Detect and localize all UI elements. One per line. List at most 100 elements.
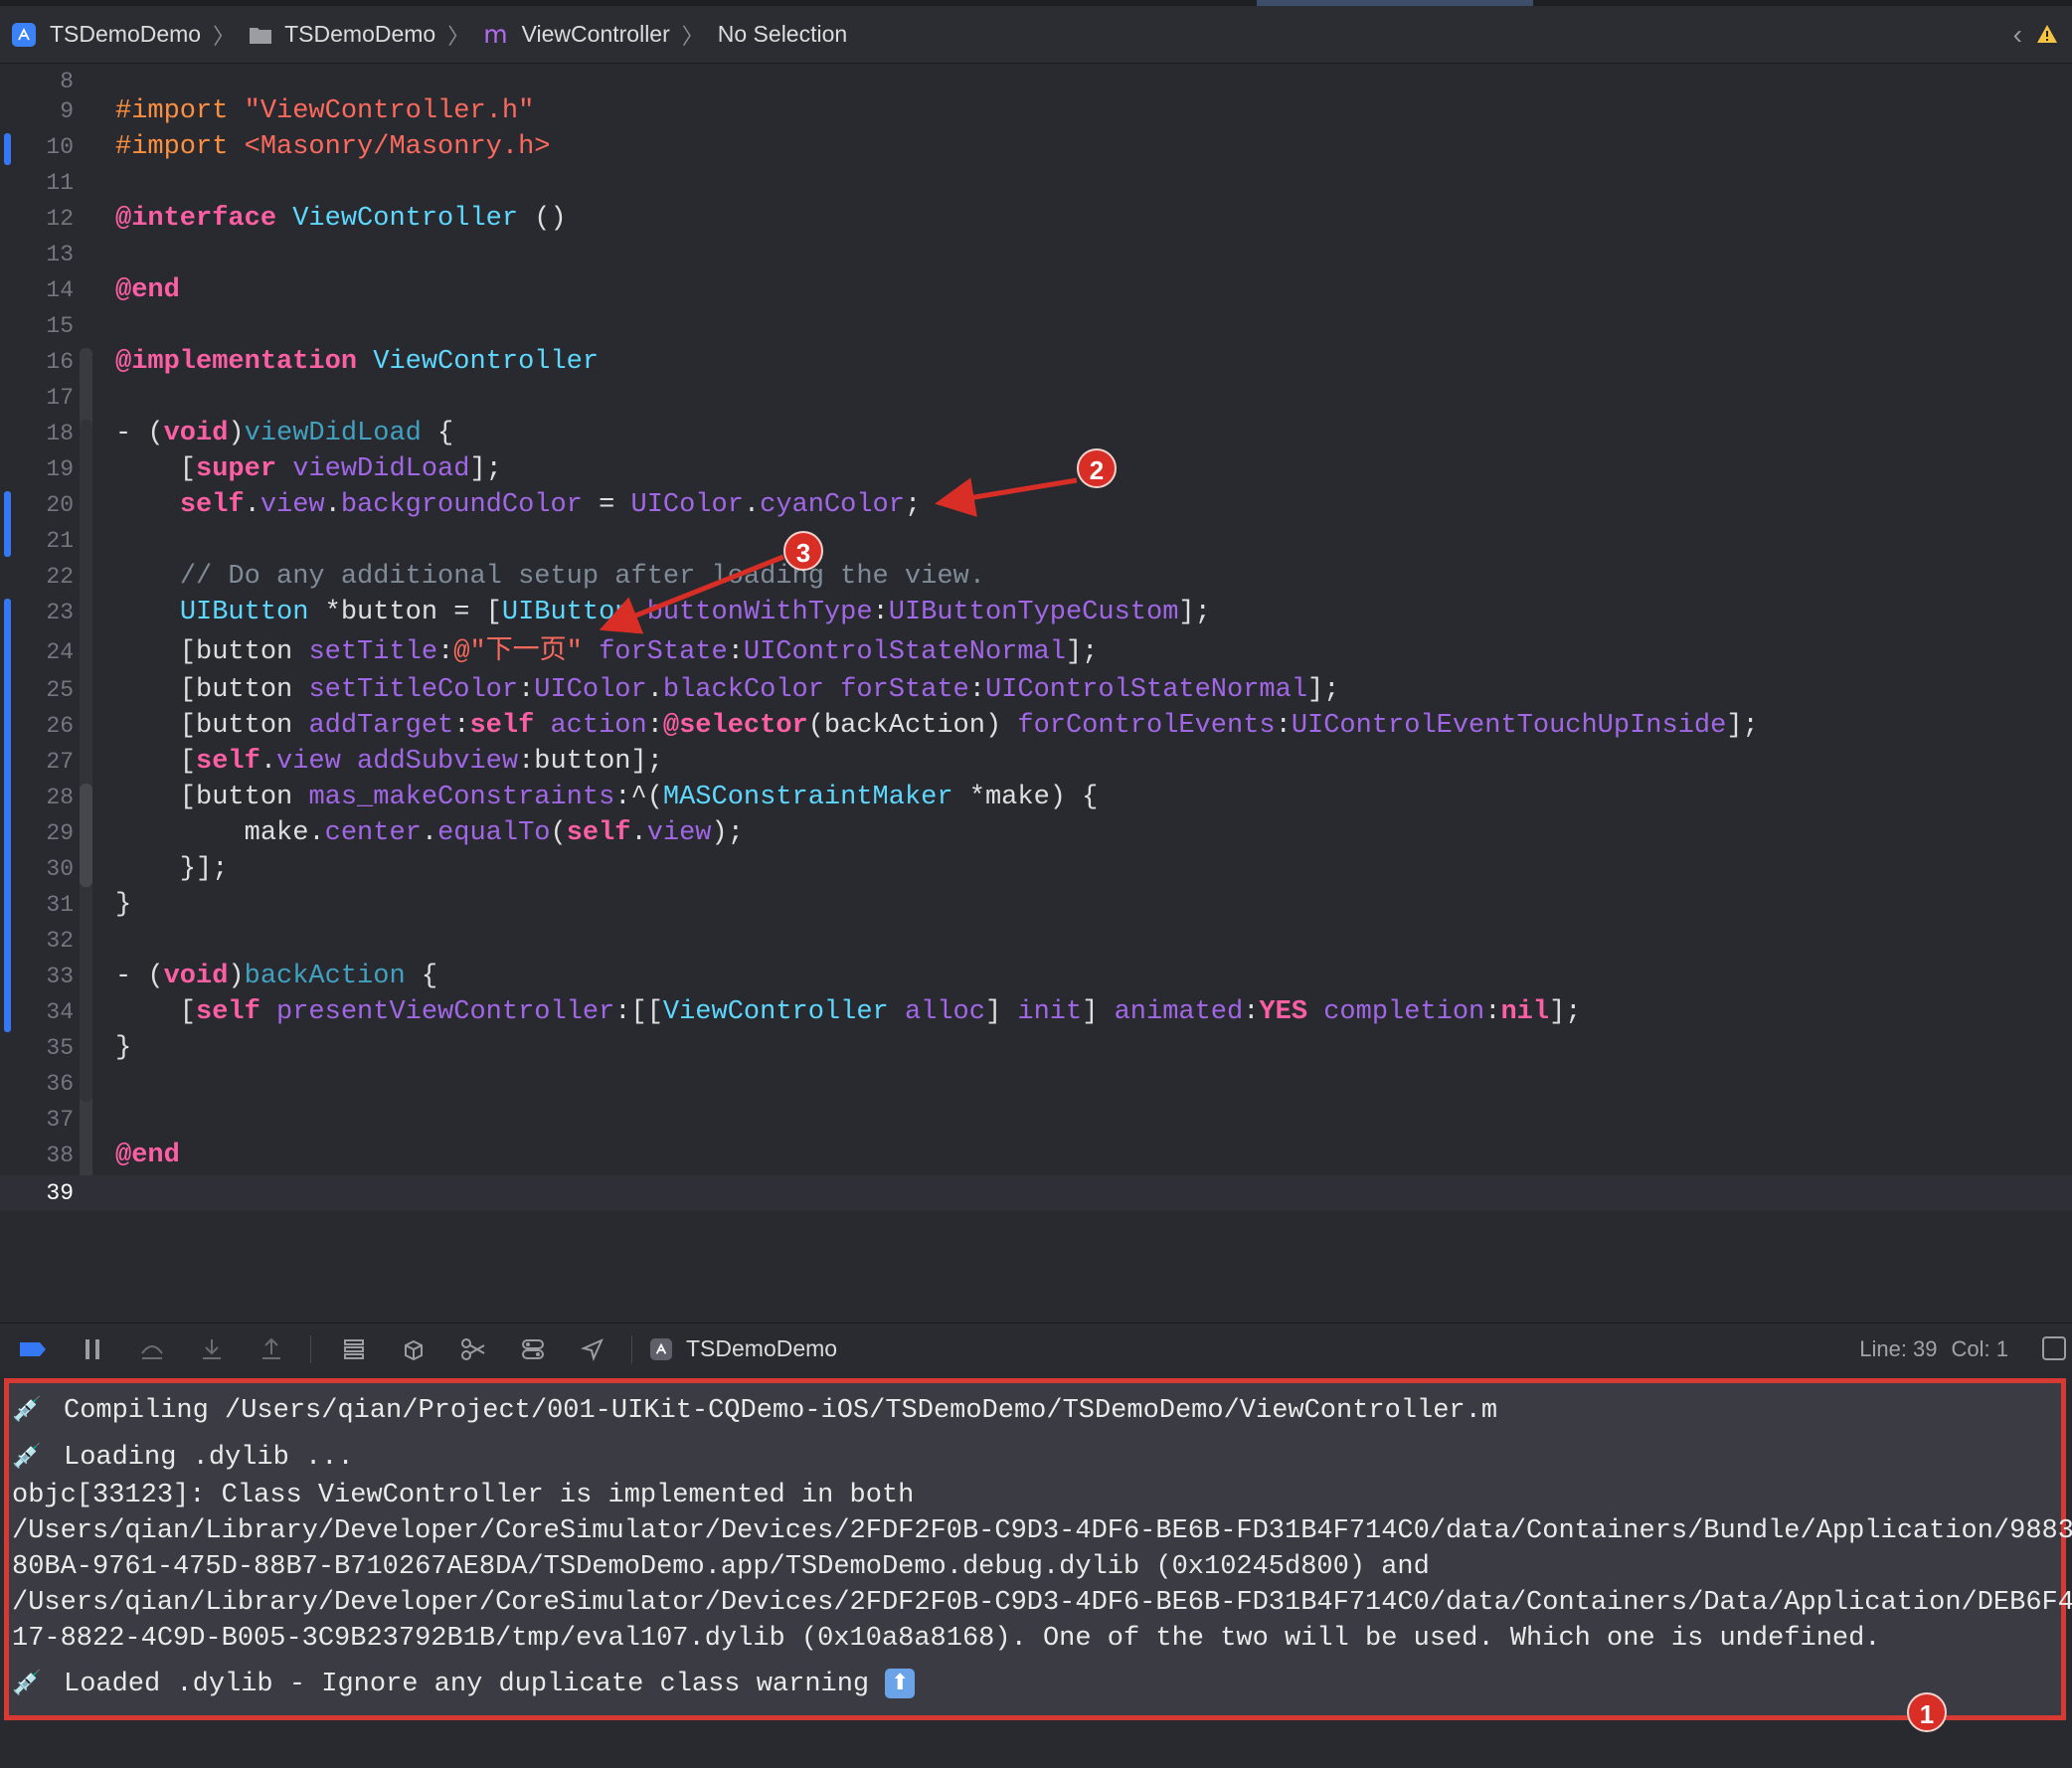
line-number: 33 [46, 964, 74, 989]
code-line: 35 } [0, 1030, 2072, 1066]
code-text: - (void)backAction { [115, 962, 438, 991]
line-number: 30 [46, 856, 74, 882]
code-text: [button setTitle:@"下一页" forState:UIContr… [115, 637, 1099, 667]
line-number: 14 [46, 277, 74, 303]
chevron-right-icon: 〉 [213, 23, 236, 49]
code-text: @implementation ViewController [115, 347, 600, 377]
code-line: 37 [0, 1102, 2072, 1138]
code-line: 27 [self.view addSubview:button]; [0, 744, 2072, 780]
line-number: 12 [46, 206, 74, 232]
console-line: 💉 Loaded .dylib - Ignore any duplicate cl… [12, 1665, 916, 1702]
xcode-project-icon [12, 22, 36, 47]
code-text: @interface ViewController () [115, 204, 567, 234]
console-line: /Users/qian/Library/Developer/CoreSimula… [12, 1516, 2072, 1546]
console-line: objc[33123]: Class ViewController is imp… [12, 1481, 915, 1510]
code-text: #import "ViewController.h" [115, 96, 535, 126]
code-text: } [115, 1033, 132, 1063]
app-icon [650, 1337, 672, 1360]
source-editor[interactable]: 8 9 #import "ViewController.h" 10 #impor… [0, 64, 2072, 1321]
code-line: 23 UIButton *button = [UIButton buttonWi… [0, 595, 2072, 630]
code-line: 19 [super viewDidLoad]; [0, 451, 2072, 487]
toggle-panel-icon[interactable] [2042, 1336, 2066, 1360]
breadcrumb-file[interactable]: m ViewController [483, 20, 670, 49]
code-line: 36 [0, 1066, 2072, 1102]
code-line: 12 @interface ViewController () [0, 201, 2072, 237]
code-text: [self presentViewController:[[ViewContro… [115, 997, 1582, 1027]
breakpoints-toggle-icon[interactable] [16, 1332, 50, 1366]
line-number: 21 [46, 528, 74, 554]
code-line: 25 [button setTitleColor:UIColor.blackCo… [0, 672, 2072, 708]
column-position: Col: 1 [1951, 1335, 2008, 1361]
breadcrumb-selection[interactable]: No Selection [718, 21, 847, 48]
code-line: 17 [0, 380, 2072, 416]
code-text: UIButton *button = [UIButton buttonWithT… [179, 598, 1211, 627]
warning-icon[interactable] [2036, 19, 2058, 51]
line-number: 37 [46, 1107, 74, 1133]
console-line: /Users/qian/Library/Developer/CoreSimula… [12, 1588, 2072, 1618]
syringe-icon: 💉 [12, 1395, 42, 1423]
code-line: 14 @end [0, 272, 2072, 308]
cursor-position: Line: 39 Col: 1 [1845, 1324, 2008, 1374]
console-line: 💉 Loading .dylib ... [12, 1438, 354, 1476]
annotation-badge-1: 1 [1907, 1692, 1947, 1732]
breadcrumb-file-label: ViewController [521, 21, 670, 47]
code-line: 29 make.center.equalTo(self.view); [0, 815, 2072, 851]
code-line: 28 [button mas_makeConstraints:^(MASCons… [0, 780, 2072, 815]
breadcrumb-group[interactable]: TSDemoDemo [249, 21, 435, 48]
debug-view-hierarchy-icon[interactable] [337, 1332, 371, 1366]
line-number: 11 [46, 170, 74, 196]
chevron-right-icon: 〉 [681, 23, 704, 49]
jump-bar: TSDemoDemo 〉 TSDemoDemo 〉 m ViewControll… [0, 6, 2072, 64]
line-number: 31 [46, 892, 74, 918]
location-arrow-icon[interactable] [576, 1332, 609, 1366]
line-number: 38 [46, 1143, 74, 1168]
code-line: 13 [0, 237, 2072, 272]
code-line: 16 @implementation ViewController [0, 344, 2072, 380]
code-line: 18 - (void)viewDidLoad { [0, 416, 2072, 451]
debug-bar: TSDemoDemo Line: 39 Col: 1 [0, 1323, 2072, 1375]
code-line: 30 }]; [0, 851, 2072, 887]
console-line: 💉 Compiling /Users/qian/Project/001-UIKit… [12, 1391, 1497, 1429]
code-line: 20 self.view.backgroundColor = UIColor.c… [0, 487, 2072, 523]
code-text: - (void)viewDidLoad { [115, 419, 454, 448]
code-line: 34 [self presentViewController:[[ViewCon… [0, 994, 2072, 1030]
code-text: #import <Masonry/Masonry.h> [115, 132, 551, 162]
console-line: 80BA-9761-475D-88B7-B710267AE8DA/TSDemoD… [12, 1552, 1430, 1582]
code-text: self.view.backgroundColor = UIColor.cyan… [179, 490, 922, 520]
toolbar-separator [310, 1334, 311, 1363]
syringe-icon: 💉 [12, 1669, 42, 1696]
chevron-left-icon[interactable]: ‹ [2013, 19, 2022, 51]
line-number: 16 [46, 349, 74, 375]
process-selector[interactable]: TSDemoDemo [650, 1335, 837, 1362]
objc-file-icon: m [483, 20, 508, 49]
folder-icon [249, 25, 272, 45]
line-number: 9 [60, 98, 74, 124]
line-number: 29 [46, 820, 74, 846]
code-text: @end [115, 275, 180, 305]
annotation-badge-2: 2 [1077, 448, 1117, 488]
code-line: 9 #import "ViewController.h" [0, 93, 2072, 129]
environment-overrides-icon[interactable] [456, 1332, 490, 1366]
code-text: [button setTitleColor:UIColor.blackColor… [115, 675, 1340, 705]
code-text: }]; [115, 854, 229, 884]
code-line: 26 [button addTarget:self action:@select… [0, 708, 2072, 744]
code-text: @end [115, 1141, 180, 1170]
breadcrumb-project-label: TSDemoDemo [50, 21, 202, 47]
current-line[interactable]: 39 [0, 1175, 2072, 1211]
simulate-location-toggle-icon[interactable] [516, 1332, 550, 1366]
line-number: 26 [46, 713, 74, 739]
breadcrumb-project[interactable]: TSDemoDemo [0, 21, 201, 48]
code-line: 24 [button setTitle:@"下一页" forState:UICo… [0, 634, 2072, 670]
pause-icon[interactable] [76, 1332, 109, 1366]
code-line: 15 [0, 308, 2072, 344]
step-out-icon[interactable] [255, 1332, 288, 1366]
console-output-highlight: 💉 Compiling /Users/qian/Project/001-UIKit… [4, 1378, 2072, 1720]
step-over-icon[interactable] [135, 1332, 169, 1366]
memory-graph-icon[interactable] [397, 1332, 431, 1366]
line-number: 27 [46, 749, 74, 775]
debug-console[interactable]: 💉 Compiling /Users/qian/Project/001-UIKit… [0, 1374, 2072, 1768]
step-into-icon[interactable] [195, 1332, 229, 1366]
line-position: Line: 39 [1859, 1335, 1938, 1361]
code-line: 11 [0, 165, 2072, 201]
annotation-badge-3: 3 [783, 531, 823, 571]
